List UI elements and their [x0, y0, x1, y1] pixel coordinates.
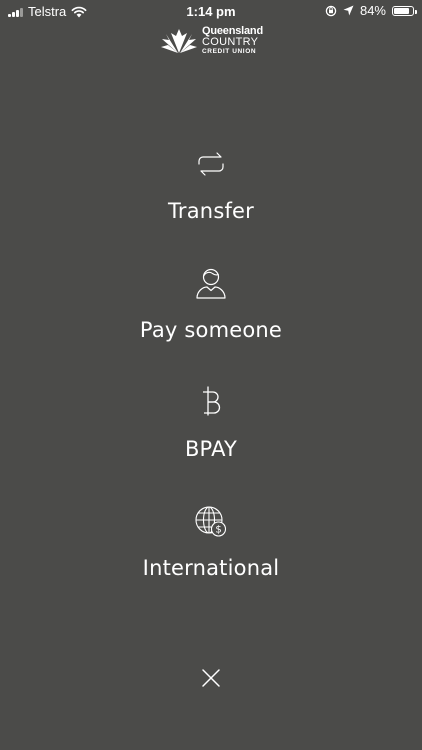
svg-text:$: $ [215, 525, 221, 536]
battery-percentage: 84% [359, 3, 386, 18]
pay-someone-label: Pay someone [139, 318, 283, 342]
status-bar: Telstra 1:14 pm 84% [0, 0, 422, 22]
orientation-lock-icon [325, 5, 337, 16]
logo-line-2: COUNTRY [202, 36, 259, 48]
international-button[interactable]: $ International [0, 504, 422, 580]
status-right: 84% [325, 3, 417, 18]
battery-icon [392, 5, 417, 16]
bpay-label: BPAY [184, 437, 238, 461]
battery-level-fill [394, 7, 410, 14]
transfer-icon [198, 152, 224, 176]
bpay-icon [203, 386, 221, 416]
logo-text: Queensland COUNTRY CREDIT UNION [202, 26, 263, 56]
transfer-button[interactable]: Transfer [0, 147, 422, 223]
palm-leaf-logo-icon [161, 28, 197, 53]
qccu-logo: Queensland COUNTRY CREDIT UNION [160, 26, 263, 56]
international-label: International [142, 556, 280, 580]
pay-someone-button[interactable]: Pay someone [0, 266, 422, 342]
logo-line-3: CREDIT UNION [202, 48, 257, 55]
location-arrow-icon [343, 5, 354, 16]
person-icon [196, 268, 226, 299]
bpay-button[interactable]: BPAY [0, 385, 422, 461]
transfer-label: Transfer [167, 199, 255, 223]
globe-dollar-icon: $ [195, 506, 227, 537]
close-icon[interactable] [198, 665, 224, 691]
